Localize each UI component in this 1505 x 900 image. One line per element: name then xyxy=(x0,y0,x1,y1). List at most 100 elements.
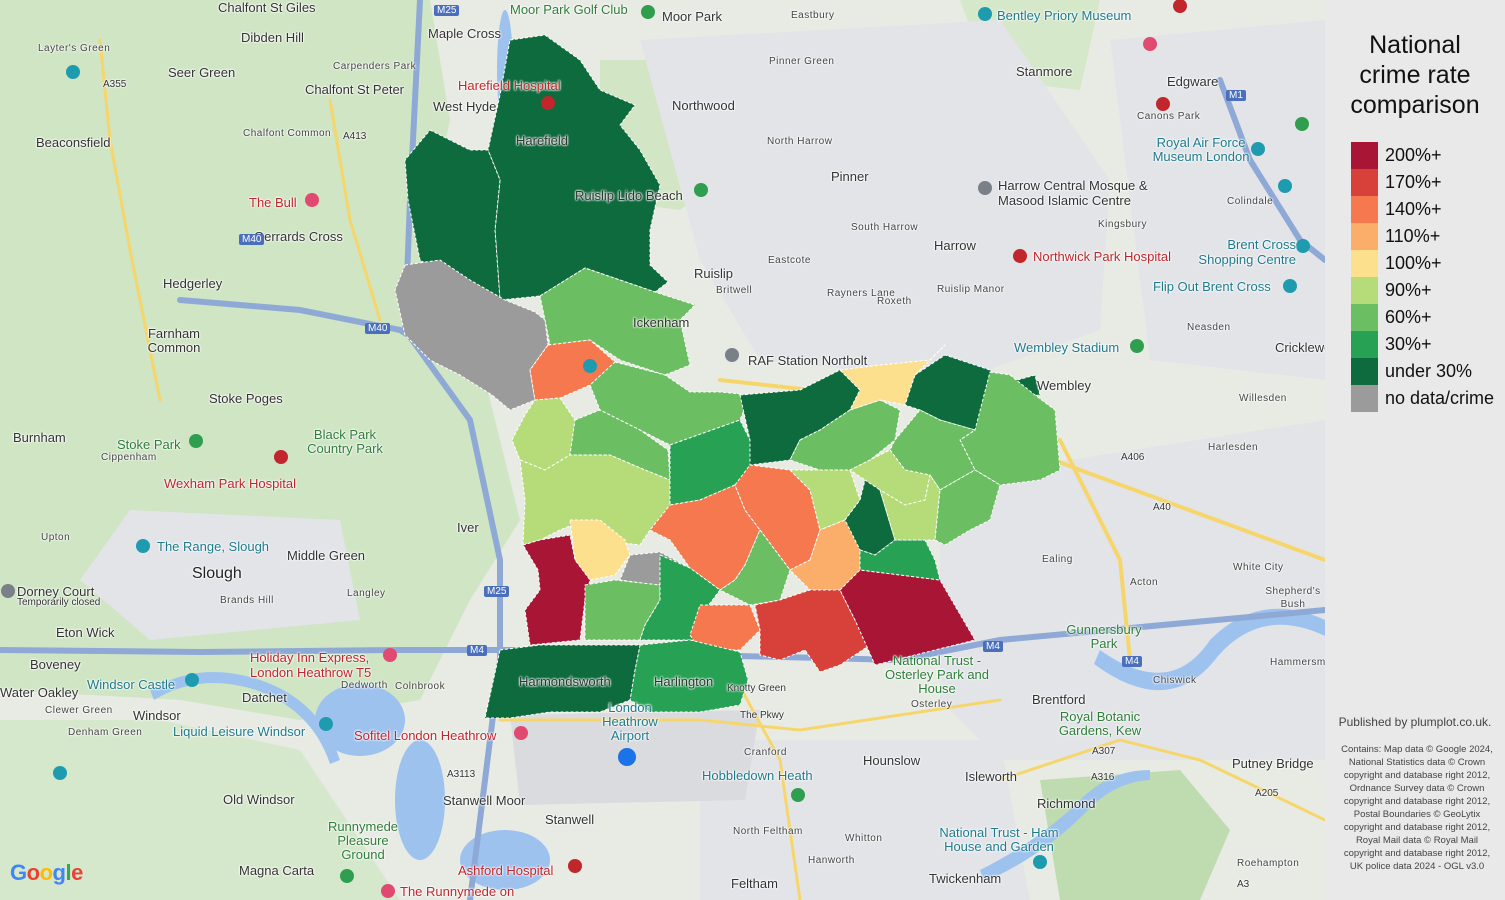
place-label: Brands Hill xyxy=(220,595,274,606)
place-label: Denham Green xyxy=(68,727,143,738)
place-label: Eastbury xyxy=(791,10,835,21)
legend-item: 140%+ xyxy=(1351,196,1442,223)
road-shield: M4 xyxy=(983,641,1003,652)
place-label: Chalfont St Giles xyxy=(218,0,316,15)
place-label: Windsor xyxy=(133,708,181,723)
place-label: Colnbrook xyxy=(395,681,446,692)
legend-label: under 30% xyxy=(1385,361,1473,381)
place-label: Ashford Hospital xyxy=(458,863,554,878)
legend-swatch xyxy=(1351,358,1378,385)
legend-swatch xyxy=(1351,223,1378,250)
road-label: The Pkwy xyxy=(740,710,784,721)
place-label: Eastcote xyxy=(768,255,811,266)
legend-label: 170%+ xyxy=(1385,172,1442,192)
place-label: Ickenham xyxy=(633,315,690,330)
place-label: Gunnersbury Park xyxy=(1066,622,1142,651)
place-label: Harrow Central Mosque & Masood Islamic C… xyxy=(998,178,1148,208)
place-label: Eton Wick xyxy=(56,625,115,640)
place-label: Royal Botanic Gardens, Kew xyxy=(1058,709,1142,738)
place-label: Carpenders Park xyxy=(333,61,417,72)
place-label: Acton xyxy=(1130,577,1159,588)
place-label: Dibden Hill xyxy=(241,30,304,45)
place-label: Northwood xyxy=(672,98,735,113)
road-label: A406 xyxy=(1121,452,1145,463)
legend-label: 200%+ xyxy=(1385,145,1442,165)
place-label: Harefield Hospital xyxy=(458,78,561,93)
place-label: Stoke Poges xyxy=(209,391,283,406)
legend-swatch xyxy=(1351,304,1378,331)
place-label: Sofitel London Heathrow xyxy=(354,728,497,743)
place-label: Black Park Country Park xyxy=(307,427,383,456)
place-label: Ealing xyxy=(1042,554,1073,565)
place-label: Temporarily closed xyxy=(17,597,101,608)
place-label: Roxeth xyxy=(877,296,912,307)
place-label: Clewer Green xyxy=(45,705,113,716)
place-label: Stanmore xyxy=(1016,64,1073,79)
google-logo: Google xyxy=(10,860,83,885)
place-label: Moor Park xyxy=(662,9,722,24)
place-label: The Bull xyxy=(249,195,297,210)
place-label: Stanwell xyxy=(545,812,595,827)
place-label: Britwell xyxy=(716,285,753,296)
place-label: Magna Carta xyxy=(239,863,315,878)
legend-item: no data/crime xyxy=(1351,385,1494,412)
place-label: Cippenham xyxy=(101,452,157,463)
place-label: Cricklewood xyxy=(1275,340,1325,355)
legend-label: 140%+ xyxy=(1385,199,1442,219)
place-label: Farnham Common xyxy=(147,326,201,355)
place-label: Richmond xyxy=(1037,796,1096,811)
place-label: North Harrow xyxy=(767,136,833,147)
place-label: Wembley xyxy=(1037,378,1091,393)
place-label: Windsor Castle xyxy=(87,677,176,692)
legend-swatch xyxy=(1351,196,1378,223)
place-label: RAF Station Northolt xyxy=(748,353,868,368)
road-label: A316 xyxy=(1091,772,1115,783)
crime-map[interactable]: Chalfont St Giles Dibden Hill Maple Cros… xyxy=(0,0,1325,900)
legend-label: 100%+ xyxy=(1385,253,1442,273)
place-label: Osterley xyxy=(911,699,953,710)
place-label: Wexham Park Hospital xyxy=(164,476,296,491)
place-label: Water Oakley xyxy=(0,685,79,700)
legend-item: 100%+ xyxy=(1351,250,1442,277)
place-label: Hobbledown Heath xyxy=(702,768,813,783)
place-label: South Harrow xyxy=(851,222,919,233)
legend-title: National crime rate comparison xyxy=(1350,31,1480,119)
place-label: Flip Out Brent Cross xyxy=(1153,279,1271,294)
place-label: Ruislip xyxy=(694,266,734,281)
legend-item: 170%+ xyxy=(1351,169,1442,196)
place-label: Kingsbury xyxy=(1098,219,1147,230)
place-label: Ruislip Manor xyxy=(937,284,1005,295)
place-label: Beaconsfield xyxy=(36,135,111,150)
place-label: West Hyde xyxy=(433,99,497,114)
place-label: Stanwell Moor xyxy=(443,793,526,808)
place-label: Shepherd's Bush xyxy=(1265,586,1321,610)
place-label: Colindale xyxy=(1227,196,1274,207)
road-shield: M4 xyxy=(1122,656,1142,667)
legend-item: 200%+ xyxy=(1351,142,1442,169)
legend-item: 60%+ xyxy=(1351,304,1432,331)
legend-swatch xyxy=(1351,331,1378,358)
road-shield: M25 xyxy=(484,586,510,597)
legend-label: 90%+ xyxy=(1385,280,1432,300)
legend-item: 90%+ xyxy=(1351,277,1432,304)
legend-swatch xyxy=(1351,385,1378,412)
place-label: Canons Park xyxy=(1137,111,1201,122)
published-credit: Published by plumplot.co.uk. xyxy=(1338,715,1492,729)
place-label: Isleworth xyxy=(965,769,1018,784)
place-label: Pinner Green xyxy=(769,56,835,67)
place-label: Burnham xyxy=(13,430,66,445)
place-label: Harmondsworth xyxy=(519,674,611,689)
place-label: Brent Cross Shopping Centre xyxy=(1198,237,1296,267)
place-label: Neasden xyxy=(1187,322,1231,333)
legend-panel: National crime rate comparison 200%+ 170%+ 1… xyxy=(1325,0,1505,900)
road-label: A355 xyxy=(103,79,127,90)
place-label: Roehampton xyxy=(1237,858,1300,869)
legend-swatch xyxy=(1351,142,1378,169)
place-label: Wembley Stadium xyxy=(1014,340,1120,355)
place-label: Middle Green xyxy=(287,548,366,563)
place-label: Chiswick xyxy=(1153,675,1197,686)
place-label: Stoke Park xyxy=(117,437,181,452)
legend-label: no data/crime xyxy=(1385,388,1495,408)
place-label: Hedgerley xyxy=(163,276,223,291)
place-label: Hanworth xyxy=(808,855,855,866)
